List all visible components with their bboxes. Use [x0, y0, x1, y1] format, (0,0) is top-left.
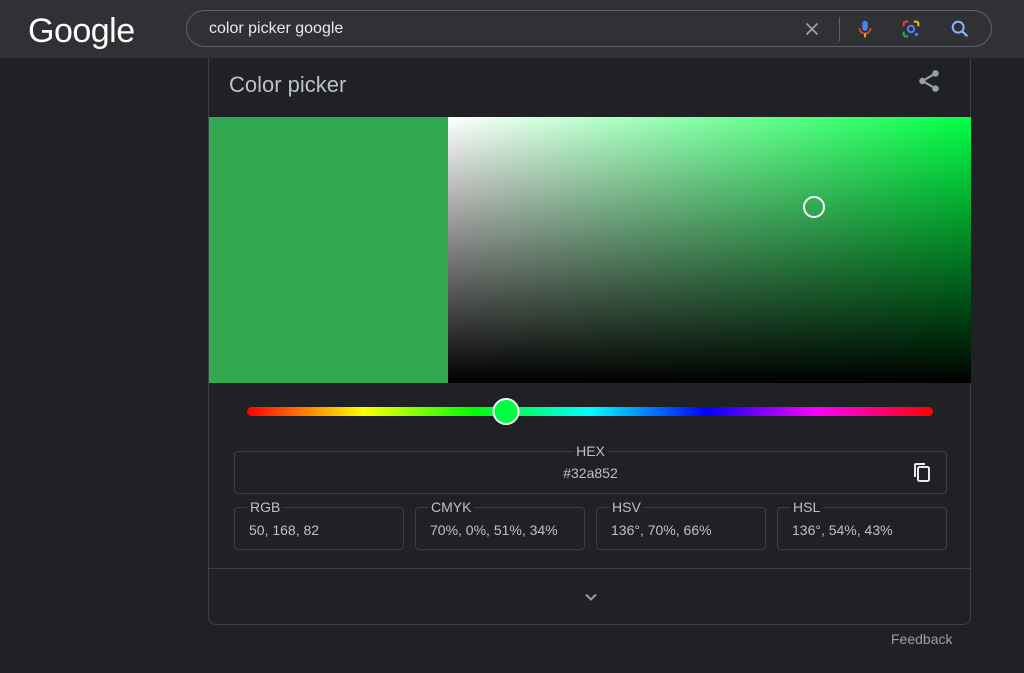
copy-icon[interactable]: [910, 461, 934, 485]
search-input[interactable]: [209, 11, 769, 46]
google-logo[interactable]: Google: [28, 12, 135, 50]
chevron-down-icon[interactable]: [581, 587, 601, 607]
microphone-icon[interactable]: [854, 18, 876, 40]
hue-slider-handle[interactable]: [492, 398, 520, 425]
share-icon[interactable]: [916, 68, 942, 94]
hsv-value[interactable]: 136°, 70%, 66%: [611, 522, 712, 538]
hue-slider[interactable]: [247, 398, 933, 425]
color-selector-handle[interactable]: [803, 196, 826, 219]
rgb-value[interactable]: 50, 168, 82: [249, 522, 319, 538]
feedback-link[interactable]: Feedback: [891, 631, 952, 647]
clear-icon[interactable]: [801, 18, 823, 40]
cmyk-field[interactable]: CMYK 70%, 0%, 51%, 34%: [415, 499, 585, 550]
cmyk-label: CMYK: [428, 499, 475, 515]
hex-value[interactable]: #32a852: [235, 465, 946, 481]
hsv-field[interactable]: HSV 136°, 70%, 66%: [596, 499, 766, 550]
lens-icon[interactable]: [900, 18, 922, 40]
hsl-field[interactable]: HSL 136°, 54%, 43%: [777, 499, 947, 550]
search-box: [186, 10, 992, 47]
saturation-value-area[interactable]: [448, 117, 971, 383]
rgb-label: RGB: [247, 499, 284, 515]
hsl-value[interactable]: 136°, 54%, 43%: [792, 522, 893, 538]
card-divider: [209, 568, 970, 569]
search-icon[interactable]: [949, 18, 971, 40]
hex-label: HEX: [573, 443, 608, 459]
value-gradient: [448, 117, 971, 383]
search-divider: [839, 17, 840, 41]
hex-field[interactable]: HEX #32a852: [234, 443, 947, 494]
color-picker-card: Color picker HEX #32a852 RGB 50, 168, 82…: [208, 58, 971, 625]
hsl-label: HSL: [790, 499, 824, 515]
hsv-label: HSV: [609, 499, 644, 515]
card-title: Color picker: [229, 72, 347, 97]
top-bar: Google: [0, 0, 1024, 58]
rgb-field[interactable]: RGB 50, 168, 82: [234, 499, 404, 550]
cmyk-value[interactable]: 70%, 0%, 51%, 34%: [430, 522, 558, 538]
selected-color-swatch: [209, 117, 448, 383]
